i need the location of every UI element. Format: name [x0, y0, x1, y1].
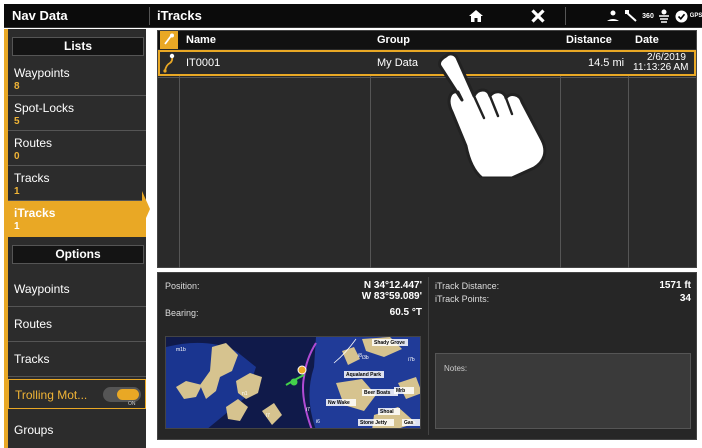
- sidebar-item-count: 8: [14, 81, 20, 92]
- map-label-beer-boats: Beer Boats: [364, 390, 391, 396]
- row-time: 11:13:26 AM: [633, 62, 689, 73]
- map-label-aqualand-park: Aqualand Park: [346, 372, 381, 378]
- toggle-knob: [117, 389, 139, 400]
- gps-status-icon: GPS: [690, 13, 702, 19]
- sidebar-item-label: Routes: [14, 136, 53, 150]
- map-label-stone-jetty: Stone Jetty: [360, 420, 387, 426]
- trolling-motor-option[interactable]: Trolling Mot... ON: [8, 379, 146, 409]
- column-divider: [370, 50, 371, 268]
- sidebar-item-label: Tracks: [14, 171, 50, 185]
- table-header: Name Group Distance Date: [158, 31, 696, 49]
- row-name: IT0001: [186, 57, 221, 69]
- check-status-icon: [674, 7, 688, 25]
- detail-divider: [428, 277, 429, 435]
- column-header-distance[interactable]: Distance: [566, 34, 612, 46]
- sidebar-item-label: iTracks: [14, 206, 56, 220]
- sidebar: Lists Waypoints 8 Spot-Locks 5 Routes 0 …: [4, 29, 146, 448]
- map-depth-label: i8: [358, 353, 362, 359]
- itracks-table: Name Group Distance Date IT0001 My Data …: [157, 30, 697, 268]
- map-label-mrb: Mrb: [396, 388, 405, 394]
- column-header-group[interactable]: Group: [377, 34, 410, 46]
- itrack-icon: [162, 53, 178, 73]
- option-tracks[interactable]: Tracks: [8, 342, 146, 377]
- itrack-distance-value: 1571 ft: [659, 280, 691, 291]
- itrack-details-panel: Position: N 34°12.447' W 83°59.089' Bear…: [157, 272, 697, 440]
- toggle-state: ON: [128, 401, 136, 407]
- sidebar-item-label: Waypoints: [14, 66, 70, 80]
- sidebar-item-label: Spot-Locks: [14, 101, 75, 115]
- map-depth-label: i7b: [408, 357, 415, 363]
- itrack-points-value: 34: [679, 293, 691, 304]
- bearing-value: 60.5 °T: [389, 307, 422, 318]
- map-preview[interactable]: Shady Grove Aqualand Park Beer Boats Nw …: [165, 336, 421, 429]
- position-lat: N 34°12.447': [363, 280, 422, 291]
- option-waypoints[interactable]: Waypoints: [8, 272, 146, 307]
- position-label: Position:: [165, 281, 200, 291]
- map-depth-label: i6: [316, 419, 320, 425]
- trolling-motor-label: Trolling Mot...: [15, 388, 88, 402]
- close-icon[interactable]: [528, 7, 548, 25]
- notes-field[interactable]: Notes:: [435, 353, 691, 429]
- trolling-motor-toggle[interactable]: ON: [103, 387, 141, 407]
- column-header-date[interactable]: Date: [635, 34, 659, 46]
- notes-label: Notes:: [444, 364, 468, 373]
- row-group: My Data: [377, 57, 418, 69]
- lists-header: Lists: [12, 37, 144, 56]
- map-label-nw-wake: Nw Wake: [328, 400, 350, 406]
- itrack-distance-label: iTrack Distance:: [435, 281, 500, 291]
- bearing-label: Bearing:: [165, 308, 199, 318]
- selected-item-arrow: [142, 191, 150, 227]
- chart-map: Shady Grove Aqualand Park Beer Boats Nw …: [166, 337, 420, 428]
- sidebar-item-count: 1: [14, 221, 20, 232]
- map-label-shoal: Shoal: [380, 409, 394, 415]
- sidebar-item-spot-locks[interactable]: Spot-Locks 5: [8, 96, 146, 131]
- topbar-divider: [149, 7, 150, 25]
- sidebar-item-count: 5: [14, 116, 20, 127]
- option-routes[interactable]: Routes: [8, 307, 146, 342]
- column-header-name[interactable]: Name: [186, 34, 216, 46]
- column-divider: [179, 50, 180, 268]
- sidebar-item-tracks[interactable]: Tracks 1: [8, 166, 146, 201]
- map-depth-label: i3b: [362, 355, 369, 361]
- 360-icon: 360: [642, 12, 654, 20]
- sidebar-item-count: 1: [14, 186, 20, 197]
- map-depth-label: l7: [266, 413, 270, 419]
- map-depth-label: i7: [306, 407, 310, 413]
- topbar-divider: [565, 7, 566, 25]
- column-divider: [628, 50, 629, 268]
- table-row[interactable]: IT0001 My Data 14.5 mi 2/6/2019 11:13:26…: [158, 50, 696, 76]
- nav-data-title: Nav Data: [12, 8, 68, 23]
- sidebar-item-routes[interactable]: Routes 0: [8, 131, 146, 166]
- map-depth-label: n1: [242, 391, 248, 397]
- tap-hand-icon: [438, 52, 547, 178]
- sidebar-item-count: 0: [14, 151, 20, 162]
- map-depth-label: m1b: [176, 347, 186, 353]
- row-distance: 14.5 mi: [588, 57, 625, 69]
- top-bar: Nav Data iTracks 360 GPS: [4, 4, 702, 28]
- column-divider: [560, 50, 561, 268]
- itrack-points-label: iTrack Points:: [435, 294, 490, 304]
- sonar-icon: [606, 7, 620, 25]
- sidebar-item-itracks[interactable]: iTracks 1: [8, 201, 146, 237]
- home-icon[interactable]: [466, 7, 486, 25]
- options-header: Options: [12, 245, 144, 264]
- satellite-icon: [624, 7, 638, 25]
- option-groups[interactable]: Groups: [8, 413, 146, 448]
- position-lon: W 83°59.089': [361, 291, 422, 302]
- network-icon: [657, 7, 670, 25]
- row-separator: [158, 77, 696, 78]
- map-label-shady-grove: Shady Grove: [374, 340, 405, 346]
- header-edit-icon[interactable]: [160, 31, 178, 49]
- sidebar-item-waypoints[interactable]: Waypoints 8: [8, 61, 146, 96]
- map-label-gas: Gas: [404, 420, 414, 426]
- page-title: iTracks: [157, 8, 202, 23]
